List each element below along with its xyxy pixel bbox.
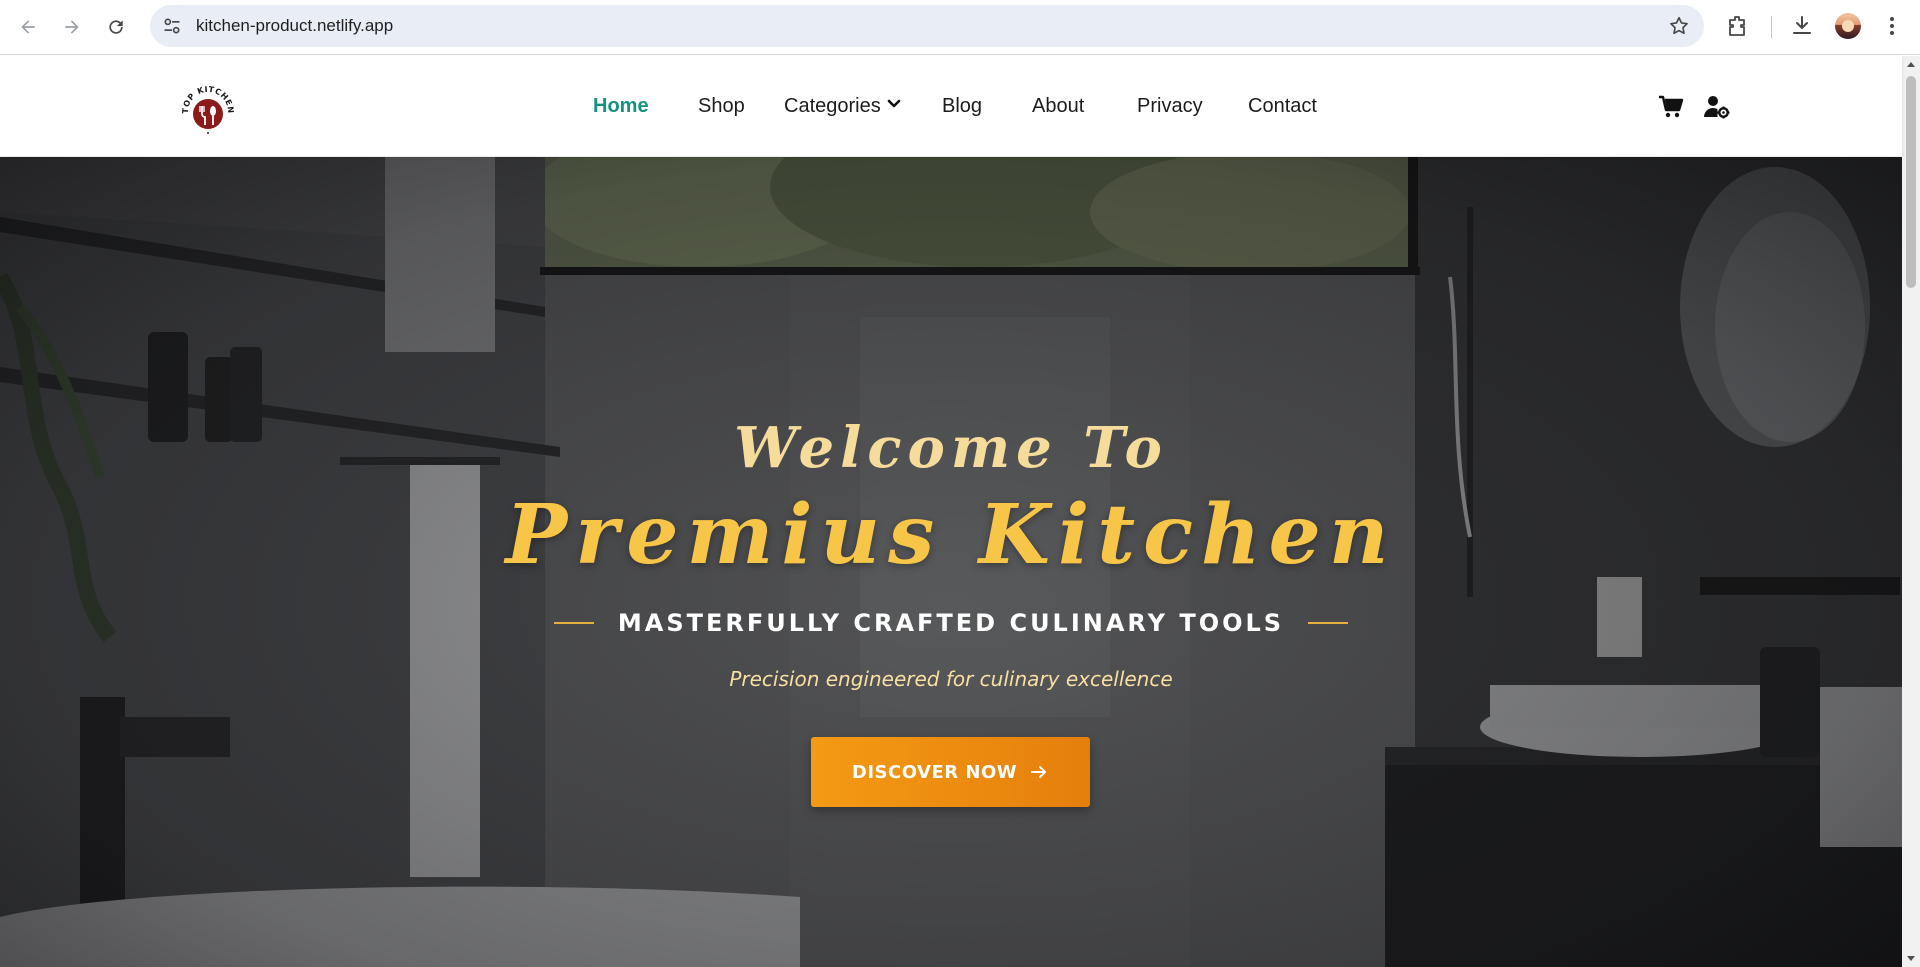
reload-icon [109,20,123,34]
nav-privacy[interactable]: Privacy [1137,94,1203,118]
user-settings-icon[interactable] [1704,94,1730,120]
hero-title: Premius Kitchen [505,487,1397,583]
toolbar-divider [1771,16,1772,38]
reload-button[interactable] [100,11,132,43]
nav-contact[interactable]: Contact [1248,94,1317,118]
nav-shop[interactable]: Shop [698,94,745,118]
scroll-down-arrow-icon[interactable] [1906,955,1916,963]
arrow-right-icon [1031,766,1047,778]
subtitle-divider-right [1308,622,1349,624]
nav-categories-label: Categories [784,95,881,117]
hero-subtitle-row: MASTERFULLY CRAFTED CULINARY TOOLS [0,609,1902,637]
back-arrow-icon [21,20,35,34]
scroll-thumb[interactable] [1906,76,1916,288]
nav-blog[interactable]: Blog [942,94,982,118]
bookmark-star-icon[interactable] [1668,15,1690,37]
subtitle-divider-left [553,622,594,624]
discover-now-button[interactable]: DISCOVER NOW [811,737,1090,807]
hero-welcome-text: Welcome To [734,415,1168,481]
forward-arrow-icon [65,20,79,34]
forward-button[interactable] [56,11,88,43]
discover-now-label: DISCOVER NOW [851,761,1018,783]
hero-section: Welcome To Premius Kitchen MASTERFULLY C… [0,157,1902,967]
site-header: TOP KITCHEN Home Shop Categories Blog Ab… [0,56,1902,156]
nav-home[interactable]: Home [593,94,649,118]
hero-subtitle: MASTERFULLY CRAFTED CULINARY TOOLS [617,609,1285,637]
site-settings-icon[interactable] [162,16,182,36]
main-navigation: Home Shop Categories Blog About Privacy … [0,56,1902,156]
profile-avatar[interactable] [1835,13,1861,39]
back-button[interactable] [12,11,44,43]
chevron-down-icon [887,99,901,108]
cart-icon[interactable] [1658,94,1684,120]
url-text[interactable]: kitchen-product.netlify.app [196,16,393,36]
nav-about[interactable]: About [1032,94,1084,118]
scroll-up-arrow-icon[interactable] [1906,60,1916,68]
download-icon[interactable] [1790,14,1814,38]
kebab-menu-icon[interactable] [1880,14,1904,38]
hero-tagline: Precision engineered for culinary excell… [729,667,1173,691]
browser-toolbar: kitchen-product.netlify.app [0,0,1920,55]
nav-categories[interactable]: Categories [784,94,901,118]
address-bar[interactable]: kitchen-product.netlify.app [150,5,1704,47]
extensions-icon[interactable] [1725,14,1749,38]
page-scrollbar[interactable] [1902,56,1920,967]
